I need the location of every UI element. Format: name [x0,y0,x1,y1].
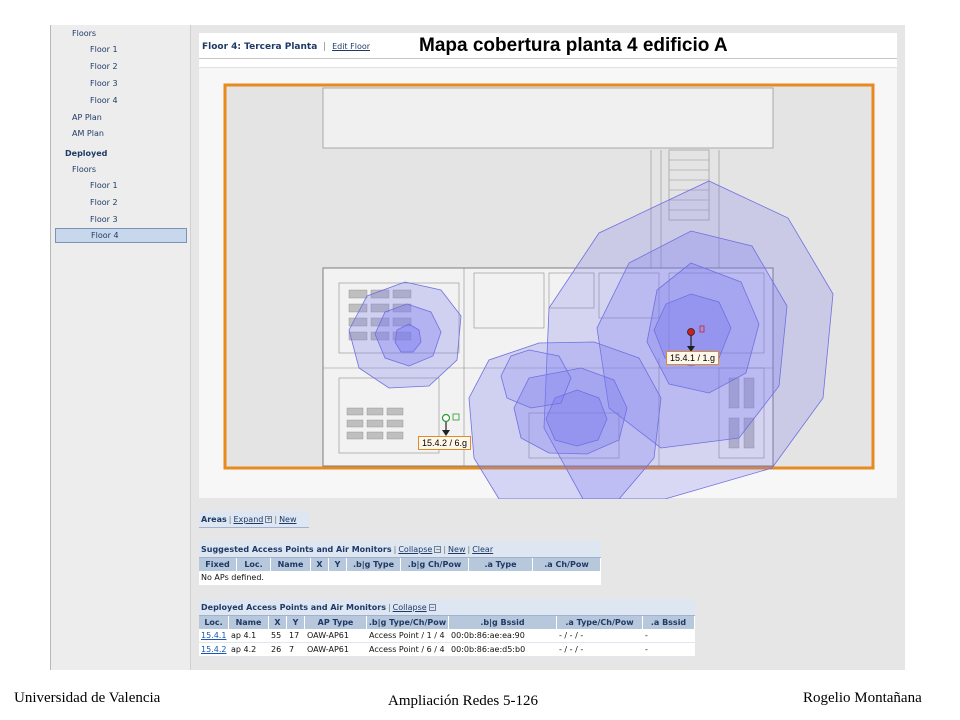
row-ap-type: OAW-AP61 [307,631,349,640]
row-name: ap 4.1 [231,631,257,640]
expand-icon[interactable]: + [265,516,273,523]
suggested-sep-1: | [393,545,397,554]
suggested-columns: Fixed Loc. Name X Y .b|g Type .b|g Ch/Po… [199,558,601,571]
row-x: 55 [271,631,282,640]
coverage-blob-small [500,349,572,409]
column-header[interactable]: X [311,558,329,571]
deployed-title: Deployed Access Points and Air Monitors [201,603,386,612]
column-header[interactable]: Loc. [199,616,229,629]
sidebar-item-deployed-floors[interactable]: Floors [55,162,187,177]
row-ap-type: OAW-AP61 [307,645,349,654]
column-header[interactable]: Y [287,616,305,629]
row-bg-bssid: 00:0b:86:ae:d5:b0 [451,645,526,654]
row-a-type: - / - / - [559,631,584,640]
column-header[interactable]: Name [271,558,311,571]
coverage-ap-15-4-2 [468,341,662,499]
column-header[interactable]: Loc. [237,558,271,571]
column-header[interactable]: .a Ch/Pow [533,558,601,571]
floor-map-canvas[interactable] [199,68,897,499]
sidebar-item-plan-floor-4[interactable]: Floor 4 [55,93,187,108]
deployed-sep-1: | [387,603,391,612]
column-header[interactable]: X [269,616,287,629]
coverage-left-room [348,281,462,389]
ap-label-15-4-1[interactable]: 15.4.1 / 1.g [666,351,720,365]
sidebar-item-am-plan[interactable]: AM Plan [55,126,187,141]
collapse-icon[interactable]: − [428,604,436,611]
footer-course: Ampliación Redes 5-126 [388,693,538,709]
deployed-collapse-link[interactable]: Collapse [393,603,427,612]
areas-expand-link[interactable]: Expand [233,515,263,524]
row-bg-type: Access Point / 1 / 4 [369,631,445,640]
row-loc[interactable]: 15.4.2 [199,643,229,656]
column-header[interactable]: .b|g Bssid [449,616,557,629]
suggested-sep-2: | [443,545,447,554]
suggested-new-link[interactable]: New [448,545,465,554]
footer-institution: Universidad de Valencia [14,690,161,706]
sidebar-item-plan-floors[interactable]: Floors [55,26,187,41]
deployed-aps-table: Deployed Access Points and Air Monitors |… [199,599,695,657]
floor-title: Floor 4: Tercera Planta [202,42,318,52]
suggested-clear-link[interactable]: Clear [472,545,493,554]
slide-title: Mapa cobertura planta 4 edificio A [417,35,730,57]
column-header[interactable]: .b|g Type [347,558,401,571]
sidebar-item-deployed-floor-3[interactable]: Floor 3 [55,212,187,227]
areas-sep-1: | [228,515,232,524]
sidebar-nav: Floors Floor 1 Floor 2 Floor 3 Floor 4 A… [51,25,191,670]
ap-label-15-4-2[interactable]: 15.4.2 / 6.g [418,436,472,450]
screenshot-window: Floors Floor 1 Floor 2 Floor 3 Floor 4 A… [50,25,905,670]
sidebar-item-ap-plan[interactable]: AP Plan [55,110,187,125]
suggested-collapse-link[interactable]: Collapse [398,545,432,554]
upper-wing [322,87,774,149]
header-separator: | [323,42,327,52]
row-loc[interactable]: 15.4.1 [199,629,229,642]
table-row[interactable]: 15.4.2 ap 4.2 26 7 OAW-AP61 Access Point… [199,643,695,657]
column-header[interactable]: .a Bssid [643,616,695,629]
deployed-header: Deployed Access Points and Air Monitors |… [199,599,695,616]
loc-link[interactable]: 15.4.2 [201,645,226,654]
areas-sep-2: | [274,515,278,524]
row-a-bssid: - [645,645,648,654]
row-bg-bssid: 00:0b:86:ae:ea:90 [451,631,525,640]
column-header[interactable]: AP Type [305,616,367,629]
sidebar-item-deployed-floor-1[interactable]: Floor 1 [55,178,187,193]
suggested-title: Suggested Access Points and Air Monitors [201,545,392,554]
sidebar-item-deployed[interactable]: Deployed [55,146,187,161]
row-x: 26 [271,645,282,654]
row-y: 17 [289,631,300,640]
column-header[interactable]: .b|g Type/Ch/Pow [367,616,449,629]
floor-panel: Floor 4: Tercera Planta | Edit Floor 15.… [199,33,897,499]
column-header[interactable]: Fixed [199,558,237,571]
footer-author: Rogelio Montañana [803,690,922,706]
suggested-aps-table: Suggested Access Points and Air Monitors… [199,541,601,585]
suggested-sep-3: | [467,545,471,554]
sidebar-item-deployed-floor-2[interactable]: Floor 2 [55,195,187,210]
row-a-bssid: - [645,631,648,640]
column-header[interactable]: .b|g Ch/Pow [401,558,469,571]
collapse-icon[interactable]: − [434,546,442,553]
areas-header: Areas | Expand + | New [199,511,309,528]
row-y: 7 [289,645,295,654]
sidebar-item-plan-floor-3[interactable]: Floor 3 [55,76,187,91]
column-header[interactable]: Name [229,616,269,629]
areas-new-link[interactable]: New [279,515,296,524]
row-name: ap 4.2 [231,645,257,654]
column-header[interactable]: .a Type/Ch/Pow [557,616,643,629]
areas-box: Areas | Expand + | New [199,511,309,528]
loc-link[interactable]: 15.4.1 [201,631,226,640]
row-bg-type: Access Point / 6 / 4 [369,645,445,654]
sidebar-item-plan-floor-1[interactable]: Floor 1 [55,42,187,57]
deployed-columns: Loc. Name X Y AP Type .b|g Type/Ch/Pow .… [199,616,695,629]
empty-message: No APs defined. [201,573,264,582]
floor-map[interactable]: 15.4.1 / 1.g 15.4.2 / 6.g [199,67,897,499]
areas-title: Areas [201,515,227,524]
column-header[interactable]: Y [329,558,347,571]
sidebar-item-plan-floor-2[interactable]: Floor 2 [55,59,187,74]
table-row[interactable]: 15.4.1 ap 4.1 55 17 OAW-AP61 Access Poin… [199,629,695,643]
column-header[interactable]: .a Type [469,558,533,571]
row-a-type: - / - / - [559,645,584,654]
edit-floor-link[interactable]: Edit Floor [332,42,370,51]
suggested-header: Suggested Access Points and Air Monitors… [199,541,601,558]
sidebar-item-deployed-floor-4[interactable]: Floor 4 [55,228,187,243]
